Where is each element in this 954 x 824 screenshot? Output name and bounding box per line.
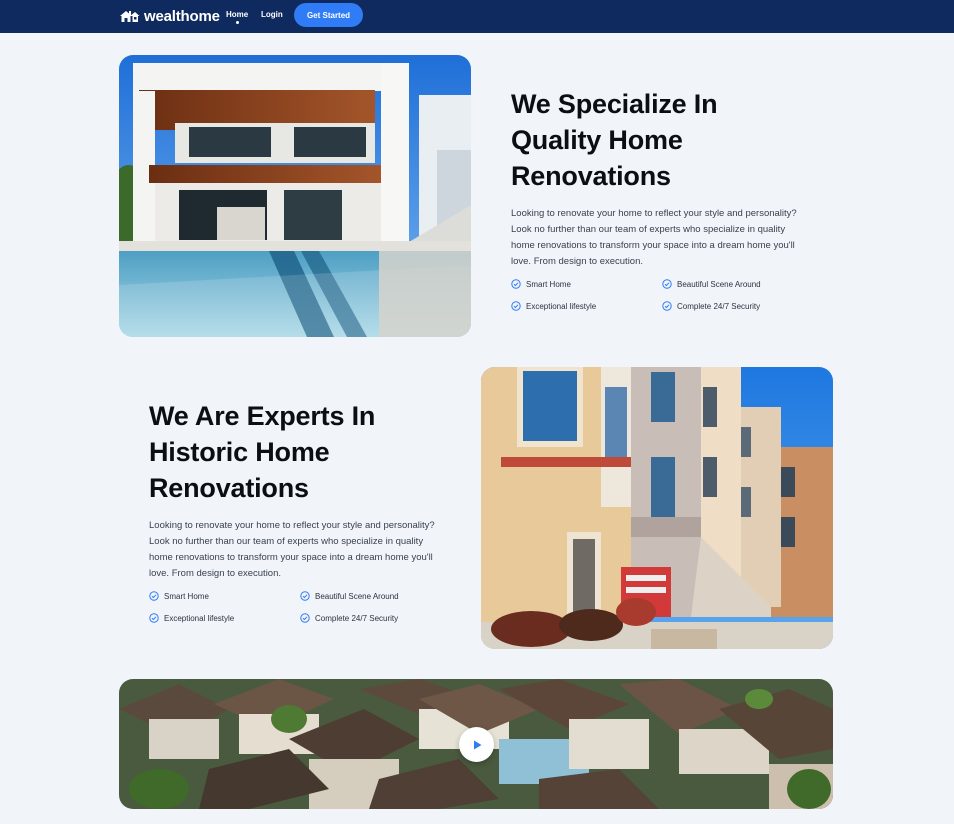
- check-circle-icon: [511, 279, 521, 289]
- nav-link-login[interactable]: Login: [261, 10, 283, 19]
- brand-logo[interactable]: wealthome: [119, 6, 220, 26]
- check-circle-icon: [149, 613, 159, 623]
- section-description: Looking to renovate your home to reflect…: [511, 208, 797, 267]
- get-started-button[interactable]: Get Started: [294, 3, 363, 27]
- feature-item: Smart Home: [511, 276, 662, 292]
- feature-item: Complete 24/7 Security: [300, 610, 451, 626]
- feature-item: Beautiful Scene Around: [300, 588, 451, 604]
- modern-house-image: [119, 55, 471, 337]
- feature-list: Smart Home Beautiful Scene Around Except…: [511, 276, 811, 314]
- play-icon: [473, 740, 481, 749]
- section-description: Looking to renovate your home to reflect…: [149, 520, 435, 579]
- feature-label: Complete 24/7 Security: [315, 613, 399, 623]
- section-heading: We Are Experts In Historic Home Renovati…: [149, 398, 449, 506]
- feature-item: Complete 24/7 Security: [662, 298, 813, 314]
- play-video-button[interactable]: [459, 727, 494, 762]
- feature-label: Exceptional lifestyle: [164, 613, 235, 623]
- feature-item: Exceptional lifestyle: [149, 610, 300, 626]
- historic-section: We Are Experts In Historic Home Renovati…: [149, 398, 449, 626]
- heading-line: Historic Home: [149, 437, 330, 467]
- nav-link-home[interactable]: Home: [226, 10, 248, 19]
- heading-line: Quality Home: [511, 125, 683, 155]
- section-heading: We Specialize In Quality Home Renovation…: [511, 86, 811, 194]
- heading-line: Renovations: [149, 473, 309, 503]
- heading-line: We Specialize In: [511, 89, 718, 119]
- check-circle-icon: [300, 613, 310, 623]
- feature-label: Exceptional lifestyle: [526, 301, 597, 311]
- feature-list: Smart Home Beautiful Scene Around Except…: [149, 588, 449, 626]
- house-logo-icon: [120, 11, 140, 22]
- active-indicator: [236, 21, 239, 24]
- feature-label: Beautiful Scene Around: [677, 279, 761, 289]
- heading-line: Renovations: [511, 161, 671, 191]
- top-navbar: wealthome Home Login Get Started: [0, 0, 954, 33]
- feature-label: Smart Home: [526, 279, 571, 289]
- feature-item: Exceptional lifestyle: [511, 298, 662, 314]
- heading-line: We Are Experts In: [149, 401, 376, 431]
- feature-item: Beautiful Scene Around: [662, 276, 813, 292]
- check-circle-icon: [300, 591, 310, 601]
- feature-label: Smart Home: [164, 591, 209, 601]
- specialize-section: We Specialize In Quality Home Renovation…: [511, 86, 811, 314]
- feature-item: Smart Home: [149, 588, 300, 604]
- feature-label: Beautiful Scene Around: [315, 591, 399, 601]
- brand-name: wealthome: [144, 7, 220, 25]
- check-circle-icon: [149, 591, 159, 601]
- check-circle-icon: [662, 301, 672, 311]
- check-circle-icon: [662, 279, 672, 289]
- historic-houses-image: [481, 367, 833, 649]
- feature-label: Complete 24/7 Security: [677, 301, 761, 311]
- check-circle-icon: [511, 301, 521, 311]
